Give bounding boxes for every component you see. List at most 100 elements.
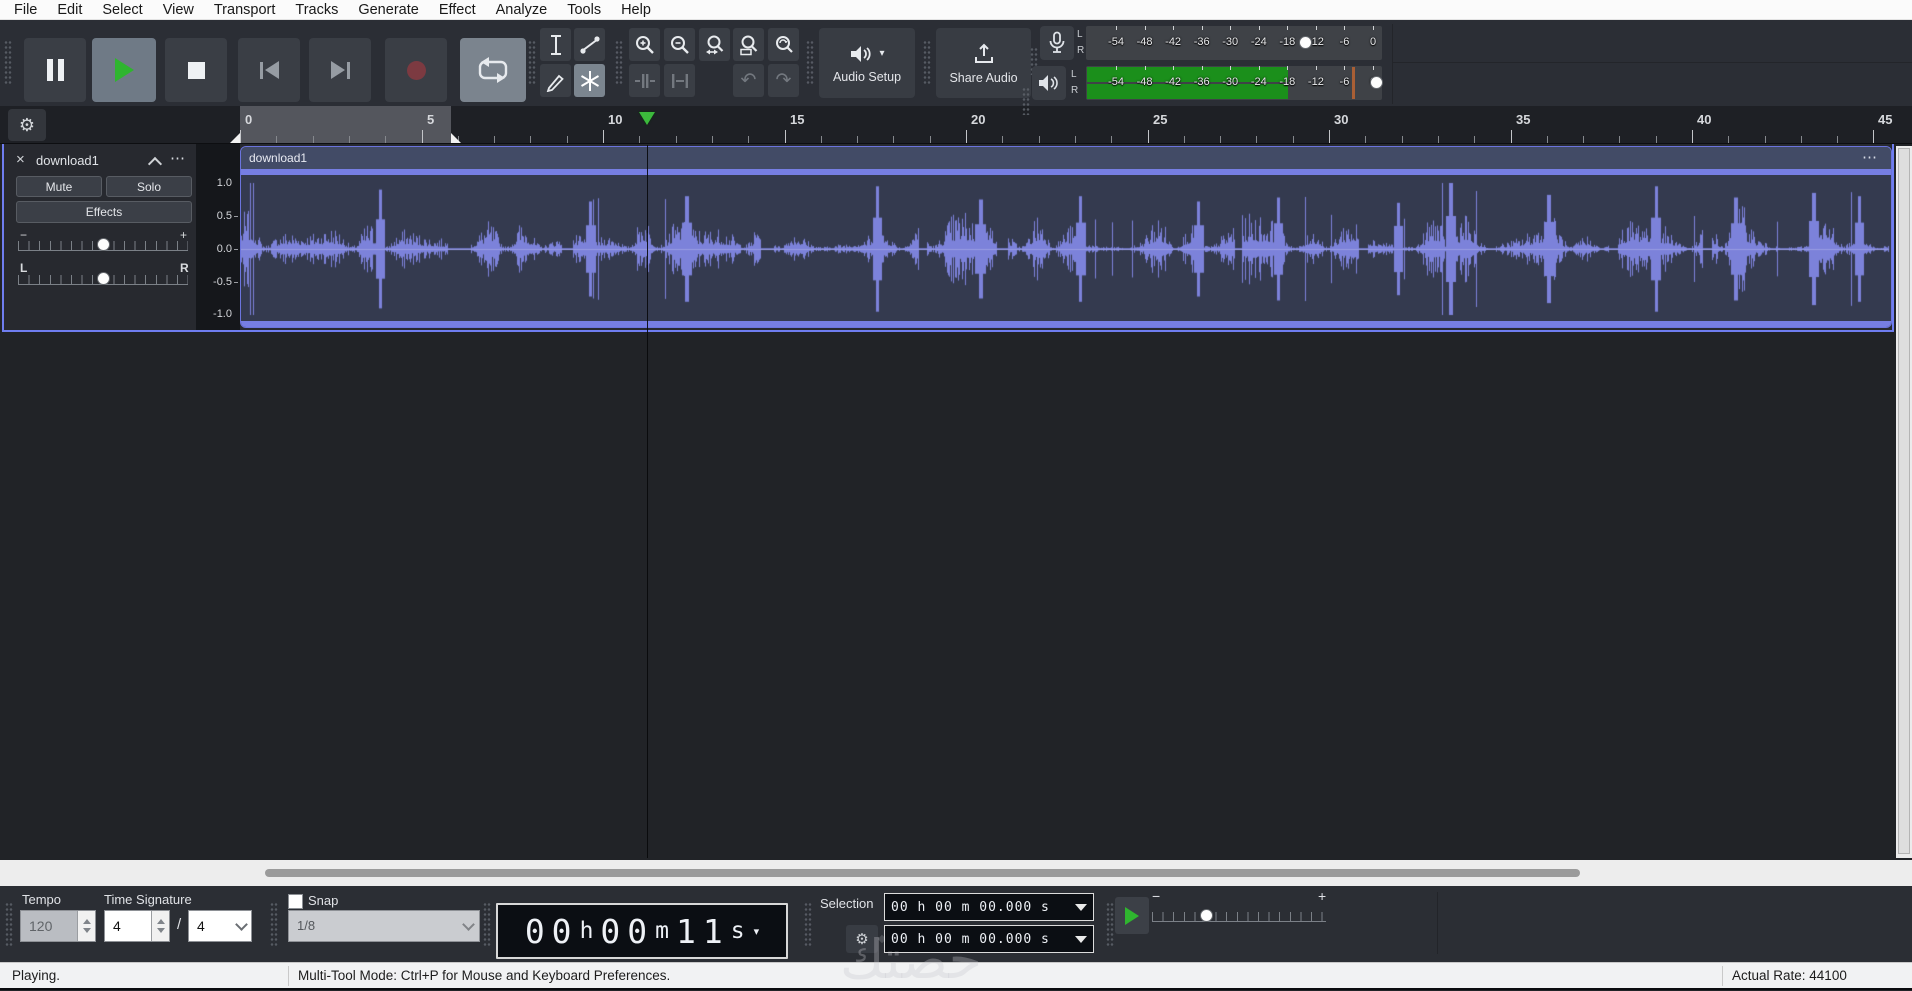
play-button[interactable] bbox=[92, 38, 156, 102]
play-at-speed-grip[interactable] bbox=[1106, 902, 1114, 946]
trim-audio-button[interactable] bbox=[629, 64, 660, 97]
solo-button[interactable]: Solo bbox=[106, 176, 192, 197]
selection-tool-button[interactable] bbox=[540, 28, 571, 61]
audio-setup-button[interactable]: ▾ Audio Setup bbox=[819, 28, 915, 98]
play-at-speed-button[interactable] bbox=[1115, 897, 1149, 934]
selection-options-button[interactable]: ⚙ bbox=[846, 925, 878, 953]
loop-button[interactable] bbox=[460, 38, 526, 102]
playback-meter-button[interactable] bbox=[1032, 66, 1066, 100]
time-signature-upper-value[interactable]: 4 bbox=[105, 911, 151, 941]
snap-value[interactable]: 1/8 bbox=[289, 911, 457, 941]
tempo-spin-buttons[interactable] bbox=[77, 911, 95, 941]
zoom-out-button[interactable] bbox=[664, 28, 695, 61]
menu-item-generate[interactable]: Generate bbox=[348, 0, 428, 20]
edit-toolbar-grip[interactable] bbox=[615, 40, 623, 86]
pause-button[interactable] bbox=[24, 38, 86, 102]
audio-setup-grip[interactable] bbox=[806, 40, 814, 86]
record-meter[interactable]: L R -54 -48 -42 -36 -30 -24 -18 -12 -6 0 bbox=[1038, 24, 1390, 62]
menu-item-select[interactable]: Select bbox=[92, 0, 152, 20]
snap-checkbox[interactable] bbox=[288, 894, 303, 909]
gain-plus-label: + bbox=[180, 228, 188, 242]
horizontal-scrollbar[interactable] bbox=[0, 860, 1912, 886]
multi-tool-button[interactable] bbox=[574, 64, 605, 97]
audio-track[interactable]: × download1 ⋯ Mute Solo Effects − + L R … bbox=[2, 142, 1894, 332]
clip-header[interactable]: download1 ⋯ bbox=[241, 147, 1891, 169]
effects-button[interactable]: Effects bbox=[16, 201, 192, 223]
stop-button[interactable] bbox=[165, 38, 227, 102]
tempo-value[interactable]: 120 bbox=[21, 911, 77, 941]
track-title[interactable]: download1 bbox=[36, 153, 99, 168]
playhead-marker[interactable] bbox=[639, 112, 655, 125]
menu-item-tools[interactable]: Tools bbox=[557, 0, 611, 20]
playback-volume-slider[interactable] bbox=[1370, 76, 1383, 89]
selection-start-field[interactable]: 00 h 00 m 00.000 s bbox=[884, 893, 1094, 921]
draw-tool-button[interactable] bbox=[540, 64, 571, 97]
time-format-caret-icon[interactable]: ▾ bbox=[754, 925, 760, 938]
menu-item-file[interactable]: File bbox=[4, 0, 47, 20]
loop-region-right-handle[interactable] bbox=[450, 133, 461, 143]
vertical-scrollbar[interactable] bbox=[1896, 146, 1912, 858]
record-button[interactable] bbox=[385, 38, 447, 102]
time-signature-upper-spinner[interactable]: 4 bbox=[104, 910, 170, 942]
menu-item-effect[interactable]: Effect bbox=[429, 0, 486, 20]
vertical-scrollbar-thumb[interactable] bbox=[1898, 148, 1910, 854]
menu-item-tracks[interactable]: Tracks bbox=[285, 0, 348, 20]
playback-meter-grip[interactable] bbox=[1022, 87, 1030, 115]
playback-speed-thumb[interactable] bbox=[1200, 909, 1213, 922]
fit-selection-button[interactable] bbox=[699, 28, 730, 61]
menu-item-help[interactable]: Help bbox=[611, 0, 661, 20]
audio-position-display[interactable]: 00 h 00 m 11 s ▾ bbox=[496, 903, 788, 959]
menu-item-transport[interactable]: Transport bbox=[204, 0, 286, 20]
selection-end-field[interactable]: 00 h 00 m 00.000 s bbox=[884, 925, 1094, 953]
silence-audio-button[interactable] bbox=[664, 64, 695, 97]
menu-item-edit[interactable]: Edit bbox=[47, 0, 92, 20]
gain-slider-thumb[interactable] bbox=[97, 238, 110, 251]
time-signature-lower-dropdown[interactable]: 4 bbox=[188, 910, 252, 942]
vertical-scale-ruler[interactable]: 1.0 0.5 0.0 -0.5 -1.0 bbox=[196, 144, 240, 330]
clip-menu-icon[interactable]: ⋯ bbox=[1862, 147, 1877, 169]
time-signature-spin-buttons[interactable] bbox=[151, 911, 169, 941]
share-audio-grip[interactable] bbox=[923, 40, 931, 86]
mute-button[interactable]: Mute bbox=[16, 176, 102, 197]
dropdown-triangle-icon[interactable] bbox=[1075, 935, 1087, 943]
horizontal-scrollbar-thumb[interactable] bbox=[265, 869, 1580, 877]
close-track-icon[interactable]: × bbox=[16, 152, 25, 167]
waveform-canvas[interactable] bbox=[241, 175, 1891, 323]
dropdown-triangle-icon[interactable] bbox=[1075, 903, 1087, 911]
envelope-tool-button[interactable] bbox=[574, 28, 605, 61]
undo-button[interactable]: ↶ bbox=[733, 64, 764, 97]
time-signature-lower-value[interactable]: 4 bbox=[189, 911, 231, 941]
fit-project-button[interactable] bbox=[733, 28, 764, 61]
record-meter-bar[interactable]: -54 -48 -42 -36 -30 -24 -18 -12 -6 0 bbox=[1086, 26, 1382, 60]
record-meter-button[interactable] bbox=[1040, 26, 1074, 60]
loop-region[interactable] bbox=[240, 106, 451, 143]
pan-slider-thumb[interactable] bbox=[97, 272, 110, 285]
redo-button[interactable]: ↷ bbox=[768, 64, 799, 97]
audio-clip[interactable]: download1 ⋯ bbox=[240, 146, 1892, 328]
share-audio-button[interactable]: Share Audio bbox=[936, 28, 1031, 98]
timeline-ruler[interactable]: 0 5 10 15 20 25 30 35 40 45 ⚙ bbox=[0, 106, 1912, 144]
collapse-track-icon[interactable] bbox=[147, 156, 163, 172]
vertical-scale-label: -0.5 bbox=[213, 276, 232, 288]
loop-region-left-handle[interactable] bbox=[230, 133, 240, 143]
tools-toolbar-grip[interactable] bbox=[528, 40, 536, 86]
time-toolbar-grip[interactable] bbox=[483, 902, 491, 946]
zoom-toggle-button[interactable] bbox=[768, 28, 799, 61]
status-actual-rate: Actual Rate: 44100 bbox=[1732, 968, 1847, 983]
playback-meter[interactable]: L R -54-48-42-36-30-24-18-12-60 bbox=[1030, 64, 1390, 102]
snap-dropdown[interactable]: 1/8 bbox=[288, 910, 480, 942]
playback-meter-bar[interactable]: -54-48-42-36-30-24-18-12-60 bbox=[1086, 66, 1383, 100]
time-signature-toolbar-grip[interactable] bbox=[5, 902, 13, 946]
menu-item-view[interactable]: View bbox=[153, 0, 204, 20]
snap-toolbar-grip[interactable] bbox=[270, 902, 278, 946]
tempo-spinner[interactable]: 120 bbox=[20, 910, 96, 942]
skip-to-start-button[interactable] bbox=[238, 38, 300, 102]
playback-speed-slider[interactable] bbox=[1152, 912, 1326, 922]
selection-toolbar-grip[interactable] bbox=[804, 902, 812, 946]
track-menu-icon[interactable]: ⋯ bbox=[170, 149, 185, 167]
skip-to-end-button[interactable] bbox=[309, 38, 371, 102]
menu-item-analyze[interactable]: Analyze bbox=[486, 0, 558, 20]
timeline-options-button[interactable]: ⚙ bbox=[8, 109, 46, 141]
zoom-in-button[interactable] bbox=[629, 28, 660, 61]
transport-toolbar-grip[interactable] bbox=[4, 40, 12, 86]
